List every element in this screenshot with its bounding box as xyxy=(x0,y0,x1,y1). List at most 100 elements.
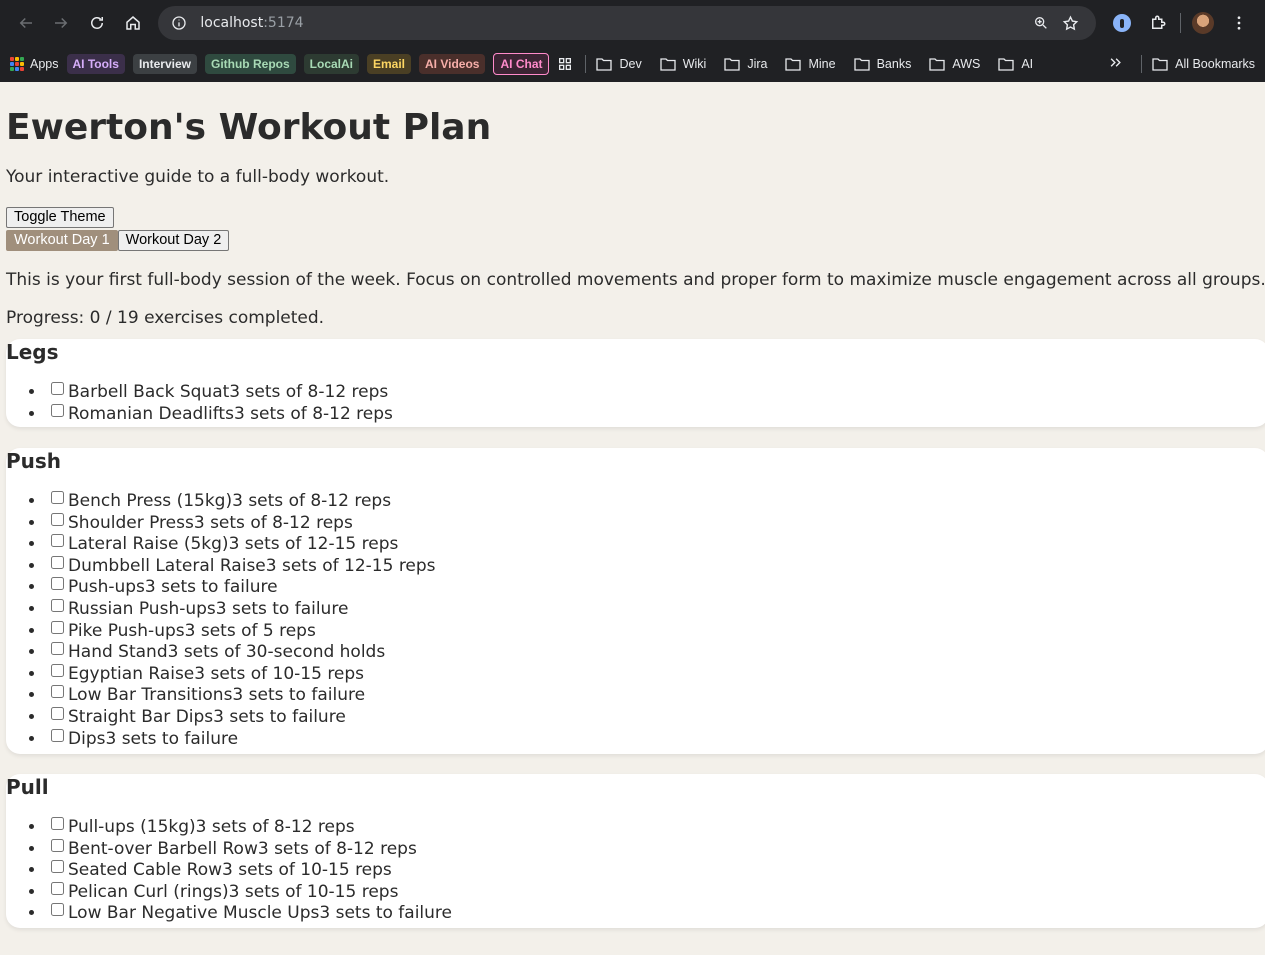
exercise-item: Low Bar Transitions3 sets to failure xyxy=(46,685,1265,707)
all-bookmarks-folder[interactable]: All Bookmarks xyxy=(1152,57,1255,71)
exercise-name: Shoulder Press xyxy=(68,512,194,533)
tab-workout-day-1[interactable]: Workout Day 1 xyxy=(6,230,118,251)
bookmark-folder-label: Banks xyxy=(876,57,912,71)
exercise-checkbox[interactable] xyxy=(51,382,64,395)
exercise-item: Dumbbell Lateral Raise3 sets of 12-15 re… xyxy=(46,555,1265,578)
toggle-theme-button[interactable]: Toggle Theme xyxy=(6,207,114,228)
exercise-list: Barbell Back Squat3 sets of 8-12 reps Ro… xyxy=(6,382,1265,425)
exercise-name: Pelican Curl (rings) xyxy=(68,881,229,902)
folder-icon xyxy=(853,58,870,71)
progress-text: Progress: 0 / 19 exercises completed. xyxy=(6,308,325,328)
tab-groups-grid-icon[interactable] xyxy=(557,56,573,72)
bookmark-star-icon[interactable] xyxy=(1056,14,1086,32)
bookmark-folder-jira[interactable]: Jira xyxy=(724,57,767,71)
bookmark-interview[interactable]: Interview xyxy=(132,54,197,74)
zoom-icon[interactable] xyxy=(1026,15,1056,31)
bookmarks-bar: Apps AI Tools Interview Github Repos Loc… xyxy=(0,46,1265,82)
bookmark-folder-wiki[interactable]: Wiki xyxy=(660,57,706,71)
exercise-item: Romanian Deadlifts3 sets of 8-12 reps xyxy=(46,403,1265,426)
url-host: localhost xyxy=(200,15,264,31)
exercise-checkbox[interactable] xyxy=(51,728,64,742)
exercise-checkbox[interactable] xyxy=(51,706,64,720)
exercise-detail: 3 sets of 10-15 reps xyxy=(228,881,399,902)
exercise-name: Russian Push-ups xyxy=(68,598,216,619)
exercise-detail: 3 sets of 8-12 reps xyxy=(232,491,392,511)
exercise-detail: 3 sets of 12-15 reps xyxy=(228,534,399,555)
exercise-name: Egyptian Raise xyxy=(68,663,195,684)
bookmark-apps[interactable]: Apps xyxy=(10,57,59,71)
menu-kebab-icon[interactable] xyxy=(1221,5,1257,41)
bookmark-folder-label: AI xyxy=(1021,57,1034,71)
password-manager-icon[interactable] xyxy=(1104,5,1140,41)
bookmark-folder-dev[interactable]: Dev xyxy=(596,57,642,71)
exercise-checkbox[interactable] xyxy=(51,838,64,852)
forward-icon[interactable] xyxy=(44,5,80,41)
exercise-name: Bench Press (15kg) xyxy=(68,491,233,511)
folder-icon xyxy=(1152,58,1168,71)
exercise-name: Lateral Raise (5kg) xyxy=(68,534,229,555)
exercise-group-legs: Legs Barbell Back Squat3 sets of 8-12 re… xyxy=(6,339,1265,427)
exercise-item: Hand Stand3 sets of 30-second holds xyxy=(46,642,1265,664)
exercise-checkbox[interactable] xyxy=(51,642,64,656)
exercise-detail: 3 sets to failure xyxy=(232,685,366,706)
bookmark-localai[interactable]: LocalAi xyxy=(303,54,359,74)
extensions-icon[interactable] xyxy=(1140,5,1176,41)
day-description: This is your first full-body session of … xyxy=(6,270,1265,290)
profile-avatar[interactable] xyxy=(1185,5,1221,41)
bookmark-github-repos[interactable]: Github Repos xyxy=(204,54,296,74)
exercise-checkbox[interactable] xyxy=(51,860,64,874)
exercise-checkbox[interactable] xyxy=(51,577,64,591)
exercise-name: Pike Push-ups xyxy=(68,620,185,641)
bookmark-email[interactable]: Email xyxy=(367,54,412,74)
bookmark-folder-banks[interactable]: Banks xyxy=(853,57,912,71)
exercise-name: Bent-over Barbell Row xyxy=(68,838,258,859)
group-title: Legs xyxy=(6,340,59,364)
exercise-checkbox[interactable] xyxy=(51,491,64,504)
reload-icon[interactable] xyxy=(79,5,115,41)
bookmark-folder-aws[interactable]: AWS xyxy=(929,57,980,71)
exercise-item: Pike Push-ups3 sets of 5 reps xyxy=(46,620,1265,643)
exercise-detail: 3 sets to failure xyxy=(213,706,346,727)
more-bookmarks-chevron-icon[interactable] xyxy=(1108,55,1123,73)
bookmark-folder-ai[interactable]: AI xyxy=(998,57,1033,71)
exercise-checkbox[interactable] xyxy=(51,685,64,699)
exercise-checkbox[interactable] xyxy=(51,598,64,612)
exercise-checkbox[interactable] xyxy=(51,903,64,917)
exercise-checkbox[interactable] xyxy=(51,534,64,548)
bookmark-label: Email xyxy=(367,54,412,74)
exercise-detail: 3 sets of 10-15 reps xyxy=(222,860,392,881)
exercise-checkbox[interactable] xyxy=(51,403,64,417)
back-icon[interactable] xyxy=(8,5,44,41)
tab-workout-day-2[interactable]: Workout Day 2 xyxy=(117,230,230,251)
exercise-detail: 3 sets to failure xyxy=(215,598,349,619)
bookmark-folder-label: Dev xyxy=(619,57,642,71)
workout-page: Ewerton's Workout Plan Your interactive … xyxy=(0,106,1265,928)
exercise-checkbox[interactable] xyxy=(51,620,64,634)
exercise-list: Pull-ups (15kg)3 sets of 8-12 reps Bent-… xyxy=(6,817,1265,925)
exercise-name: Low Bar Transitions xyxy=(68,685,233,706)
exercise-checkbox[interactable] xyxy=(51,555,64,569)
bookmark-ai-chat[interactable]: AI Chat xyxy=(493,53,550,75)
address-bar[interactable]: localhost:5174 xyxy=(158,6,1096,40)
exercise-name: Seated Cable Row xyxy=(68,860,223,881)
exercise-name: Dumbbell Lateral Raise xyxy=(68,555,266,576)
bookmark-ai-videos[interactable]: AI Videos xyxy=(419,54,486,74)
home-icon[interactable] xyxy=(115,5,151,41)
bookmark-label: AI Chat xyxy=(493,53,550,75)
exercise-checkbox[interactable] xyxy=(51,881,64,895)
exercise-item: Bent-over Barbell Row3 sets of 8-12 reps xyxy=(46,838,1265,861)
exercise-checkbox[interactable] xyxy=(51,512,64,526)
exercise-detail: 3 sets of 8-12 reps xyxy=(229,382,389,402)
exercise-group-pull: Pull Pull-ups (15kg)3 sets of 8-12 reps … xyxy=(6,774,1265,928)
bookmark-folder-mine[interactable]: Mine xyxy=(785,57,836,71)
bookmark-ai-tools[interactable]: AI Tools xyxy=(66,54,125,74)
group-title: Pull xyxy=(6,775,49,799)
apps-grid-icon xyxy=(10,57,24,71)
folder-icon xyxy=(998,58,1014,71)
bookmark-label: Github Repos xyxy=(204,54,296,74)
bookmark-label: Interview xyxy=(132,54,197,74)
bookmark-label: AI Videos xyxy=(419,54,486,74)
site-info-icon[interactable] xyxy=(168,12,190,34)
exercise-checkbox[interactable] xyxy=(51,817,64,830)
exercise-checkbox[interactable] xyxy=(51,663,64,677)
